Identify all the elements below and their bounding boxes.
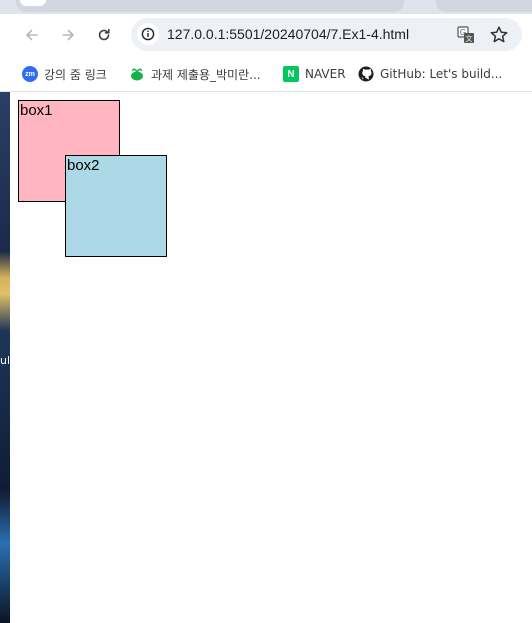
- bookmark-label: GitHub: Let's build...: [380, 67, 503, 81]
- tab-strip: [0, 0, 532, 14]
- svg-text:文: 文: [466, 34, 473, 43]
- bookmark-assignment[interactable]: 과제 제출용_박미란...: [129, 63, 261, 85]
- github-icon: [358, 66, 374, 82]
- leaf-icon: [129, 66, 145, 82]
- site-info-icon: [141, 27, 155, 41]
- inactive-tab[interactable]: [436, 0, 532, 12]
- forward-button[interactable]: [54, 22, 82, 48]
- bookmarks-bar: zm 강의 줌 링크 과제 제출용_박미란... N NAVER GitHub:…: [0, 56, 532, 92]
- back-arrow-icon: [26, 29, 38, 41]
- translate-icon[interactable]: G 文: [457, 26, 475, 44]
- address-bar[interactable]: 127.0.0.1:5501/20240704/7.Ex1-4.html G 文: [131, 18, 522, 51]
- reload-icon: [98, 28, 110, 41]
- desktop-partial-text: ul: [0, 354, 10, 367]
- site-info-button[interactable]: [137, 23, 159, 45]
- desktop-background-strip: ul: [0, 92, 10, 623]
- url-text[interactable]: 127.0.0.1:5501/20240704/7.Ex1-4.html: [167, 26, 409, 42]
- bookmark-zoom-link[interactable]: zm 강의 줌 링크: [22, 63, 107, 85]
- bookmark-label: 강의 줌 링크: [44, 67, 107, 82]
- bookmark-naver[interactable]: N NAVER: [283, 63, 346, 85]
- browser-toolbar: 127.0.0.1:5501/20240704/7.Ex1-4.html G 文: [0, 14, 532, 56]
- bookmark-label: 과제 제출용_박미란...: [151, 67, 261, 82]
- active-tab[interactable]: [16, 0, 404, 12]
- reload-button[interactable]: [90, 22, 118, 48]
- forward-arrow-icon: [62, 29, 74, 41]
- back-button[interactable]: [18, 22, 46, 48]
- bookmark-star-icon[interactable]: [489, 25, 509, 45]
- bookmark-label: NAVER: [305, 67, 346, 81]
- page-viewport: box1 box2: [10, 93, 532, 623]
- bookmark-github[interactable]: GitHub: Let's build...: [358, 63, 502, 85]
- zoom-icon: zm: [22, 66, 38, 82]
- box2: box2: [65, 155, 167, 257]
- naver-icon: N: [283, 66, 299, 82]
